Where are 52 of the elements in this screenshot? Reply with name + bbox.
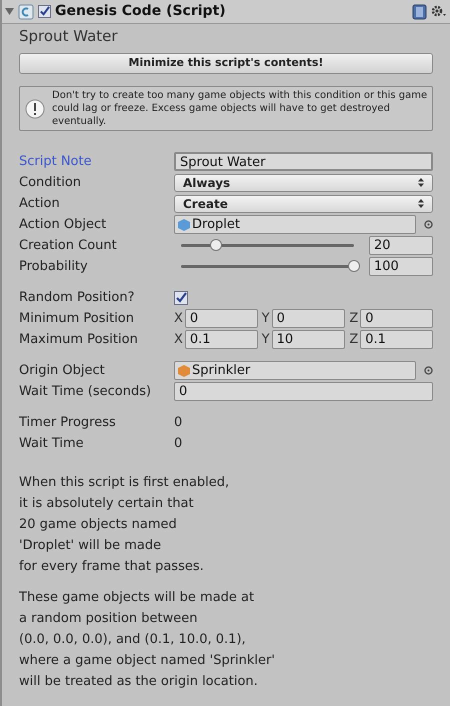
help-text: Don't try to create too many game objects with this condition or this game could lag or freeze. Excess game objects will have to get destroyed eventually. [52,89,428,128]
text-field[interactable]: 0 [174,382,433,401]
field-label: Creation Count [19,236,118,255]
axis-label: X [174,330,183,349]
field-label: Minimum Position [19,310,135,328]
field-label: Origin Object [19,362,106,380]
axis-label: Y [262,330,270,349]
field-label: Timer Progress [19,414,117,432]
field-label: Script Note [19,152,93,171]
description-paragraph: These game objects will be made at a random position between (0.0, 0.0, 0.0), and (0.1, 10.0, 0.1), where a game object named 'Sprinkler' will be treated as the origin location. [19,589,276,691]
axis-label: Z [349,330,358,349]
number-field[interactable]: 0.1 [184,330,258,349]
field-label: Random Position? [19,288,136,307]
value-text: 0 [174,434,182,453]
object-field[interactable]: Droplet [174,215,416,234]
target-icon[interactable] [424,220,433,229]
foldout-arrow-icon[interactable] [5,7,14,16]
object-field[interactable]: Sprinkler [174,361,416,380]
axis-label: X [174,310,183,328]
script-name: Sprout Water [19,26,119,46]
number-field[interactable]: 0 [184,309,258,328]
number-field[interactable]: 0.1 [360,330,434,349]
value-text: 0 [174,414,182,432]
field-label: Maximum Position [19,330,139,349]
field-label: Action [19,194,61,213]
script-icon [18,4,34,20]
number-field[interactable]: 0 [272,309,346,328]
number-field[interactable]: 10 [272,330,346,349]
dropdown[interactable]: Always [174,174,433,192]
book-icon[interactable] [412,4,427,20]
field-label: Wait Time (seconds) [19,382,152,401]
settings-icon[interactable] [431,4,447,18]
axis-label: Y [262,310,270,328]
checkbox[interactable] [174,290,188,304]
number-field[interactable]: 0 [360,309,434,328]
text-field[interactable]: Sprout Water [174,152,433,171]
description-paragraph: When this script is first enabled, it is absolutely certain that 20 game objects named 'Droplet' will be made for every frame that passes. [19,474,230,576]
dropdown-arrows-icon [418,178,424,187]
field-label: Wait Time [19,434,85,453]
dropdown-arrows-icon [418,199,424,208]
component-title: Genesis Code (Script) [55,2,227,21]
axis-label: Z [349,310,358,328]
minimize-button[interactable]: Minimize this script's contents! [19,53,433,74]
number-field[interactable]: 100 [369,257,433,276]
dropdown[interactable]: Create [174,194,433,212]
enable-checkbox[interactable] [38,5,51,18]
field-label: Probability [19,258,89,276]
field-label: Condition [19,174,82,192]
target-icon[interactable] [424,366,433,375]
number-field[interactable]: 20 [369,236,433,255]
field-label: Action Object [19,216,108,234]
warning-icon [24,98,46,120]
